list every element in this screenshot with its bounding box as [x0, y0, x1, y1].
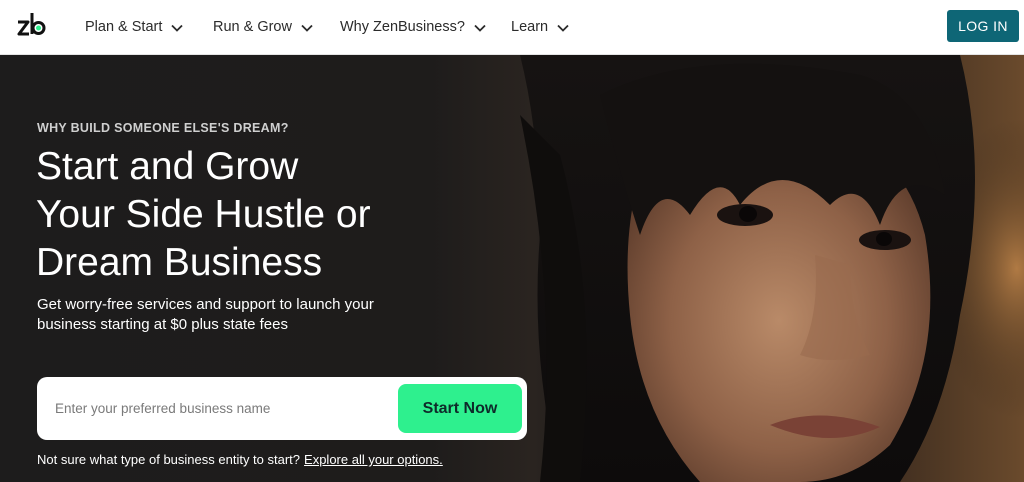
subtext-line: Get worry-free services and support to l…	[37, 296, 374, 313]
headline-line: Your Side Hustle or	[36, 193, 371, 236]
nav-run-and-grow[interactable]: Run & Grow	[213, 17, 313, 37]
entity-helper-text: Not sure what type of business entity to…	[37, 452, 443, 467]
nav-learn[interactable]: Learn	[511, 17, 569, 37]
hero-headline: Start and Grow Your Side Hustle or Dream…	[36, 143, 456, 287]
business-name-search-box: Start Now	[37, 377, 527, 440]
hero-subtext: Get worry-free services and support to l…	[37, 295, 437, 335]
chevron-down-icon	[171, 24, 184, 32]
nav-why-zenbusiness[interactable]: Why ZenBusiness?	[340, 17, 486, 37]
nav-item-label: Plan & Start	[85, 19, 163, 35]
chevron-down-icon	[557, 24, 569, 32]
top-navigation: Plan & Start Run & Grow Why ZenBusiness?…	[0, 0, 1024, 55]
subtext-line: business starting at $0 plus state fees	[37, 316, 288, 333]
zenbusiness-logo[interactable]	[17, 11, 49, 39]
nav-item-label: Learn	[511, 19, 549, 35]
hero-section: WHY BUILD SOMEONE ELSE'S DREAM? Start an…	[0, 55, 1024, 482]
login-button[interactable]: LOG IN	[947, 10, 1019, 42]
nav-item-label: Run & Grow	[213, 19, 292, 35]
headline-line: Dream Business	[36, 241, 323, 284]
nav-item-label: Why ZenBusiness?	[340, 19, 465, 35]
start-now-button[interactable]: Start Now	[398, 384, 522, 433]
business-name-input[interactable]	[53, 391, 383, 425]
chevron-down-icon	[474, 24, 486, 32]
headline-line: Start and Grow	[36, 145, 299, 188]
chevron-down-icon	[301, 24, 313, 32]
nav-plan-and-start[interactable]: Plan & Start	[85, 17, 184, 37]
explore-options-link[interactable]: Explore all your options.	[304, 452, 443, 467]
helper-question: Not sure what type of business entity to…	[37, 452, 301, 467]
hero-eyebrow: WHY BUILD SOMEONE ELSE'S DREAM?	[37, 121, 289, 135]
